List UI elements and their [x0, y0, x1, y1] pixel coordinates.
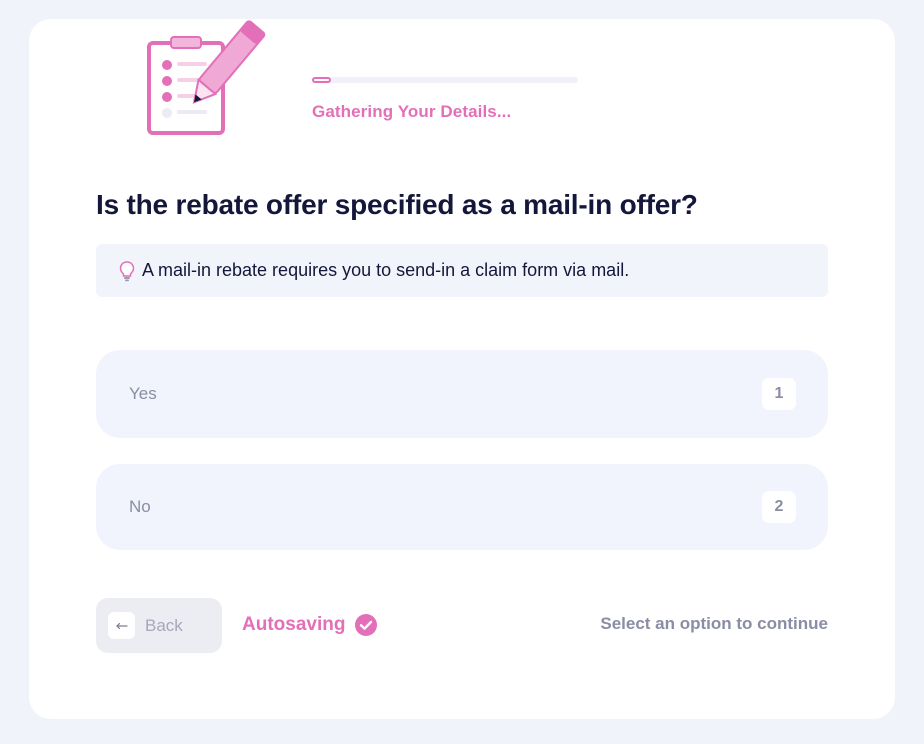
progress-bar [312, 77, 578, 83]
autosave-label: Autosaving [242, 614, 346, 635]
hint-text: A mail-in rebate requires you to send-in… [142, 260, 630, 280]
lightbulb-icon [119, 260, 135, 281]
hint-box: A mail-in rebate requires you to send-in… [96, 244, 828, 297]
option-label: Yes [129, 384, 157, 403]
back-arrow-icon [108, 612, 135, 639]
back-button[interactable]: Back [96, 598, 222, 653]
option-yes[interactable]: Yes 1 [96, 350, 828, 438]
option-no[interactable]: No 2 [96, 464, 828, 550]
autosave-status: Autosaving [242, 613, 378, 637]
clipboard-pencil-illustration [147, 20, 266, 135]
progress-label: Gathering Your Details... [312, 102, 512, 121]
question-title: Is the rebate offer specified as a mail-… [96, 189, 698, 220]
option-shortcut-key: 1 [762, 378, 796, 410]
back-label: Back [145, 615, 183, 635]
option-label: No [129, 497, 151, 516]
continue-hint: Select an option to continue [600, 614, 828, 633]
check-circle-icon [355, 614, 378, 636]
progress-fill [312, 77, 331, 83]
option-shortcut-key: 2 [762, 491, 796, 523]
form-card: Gathering Your Details... Is the rebate … [29, 19, 895, 719]
